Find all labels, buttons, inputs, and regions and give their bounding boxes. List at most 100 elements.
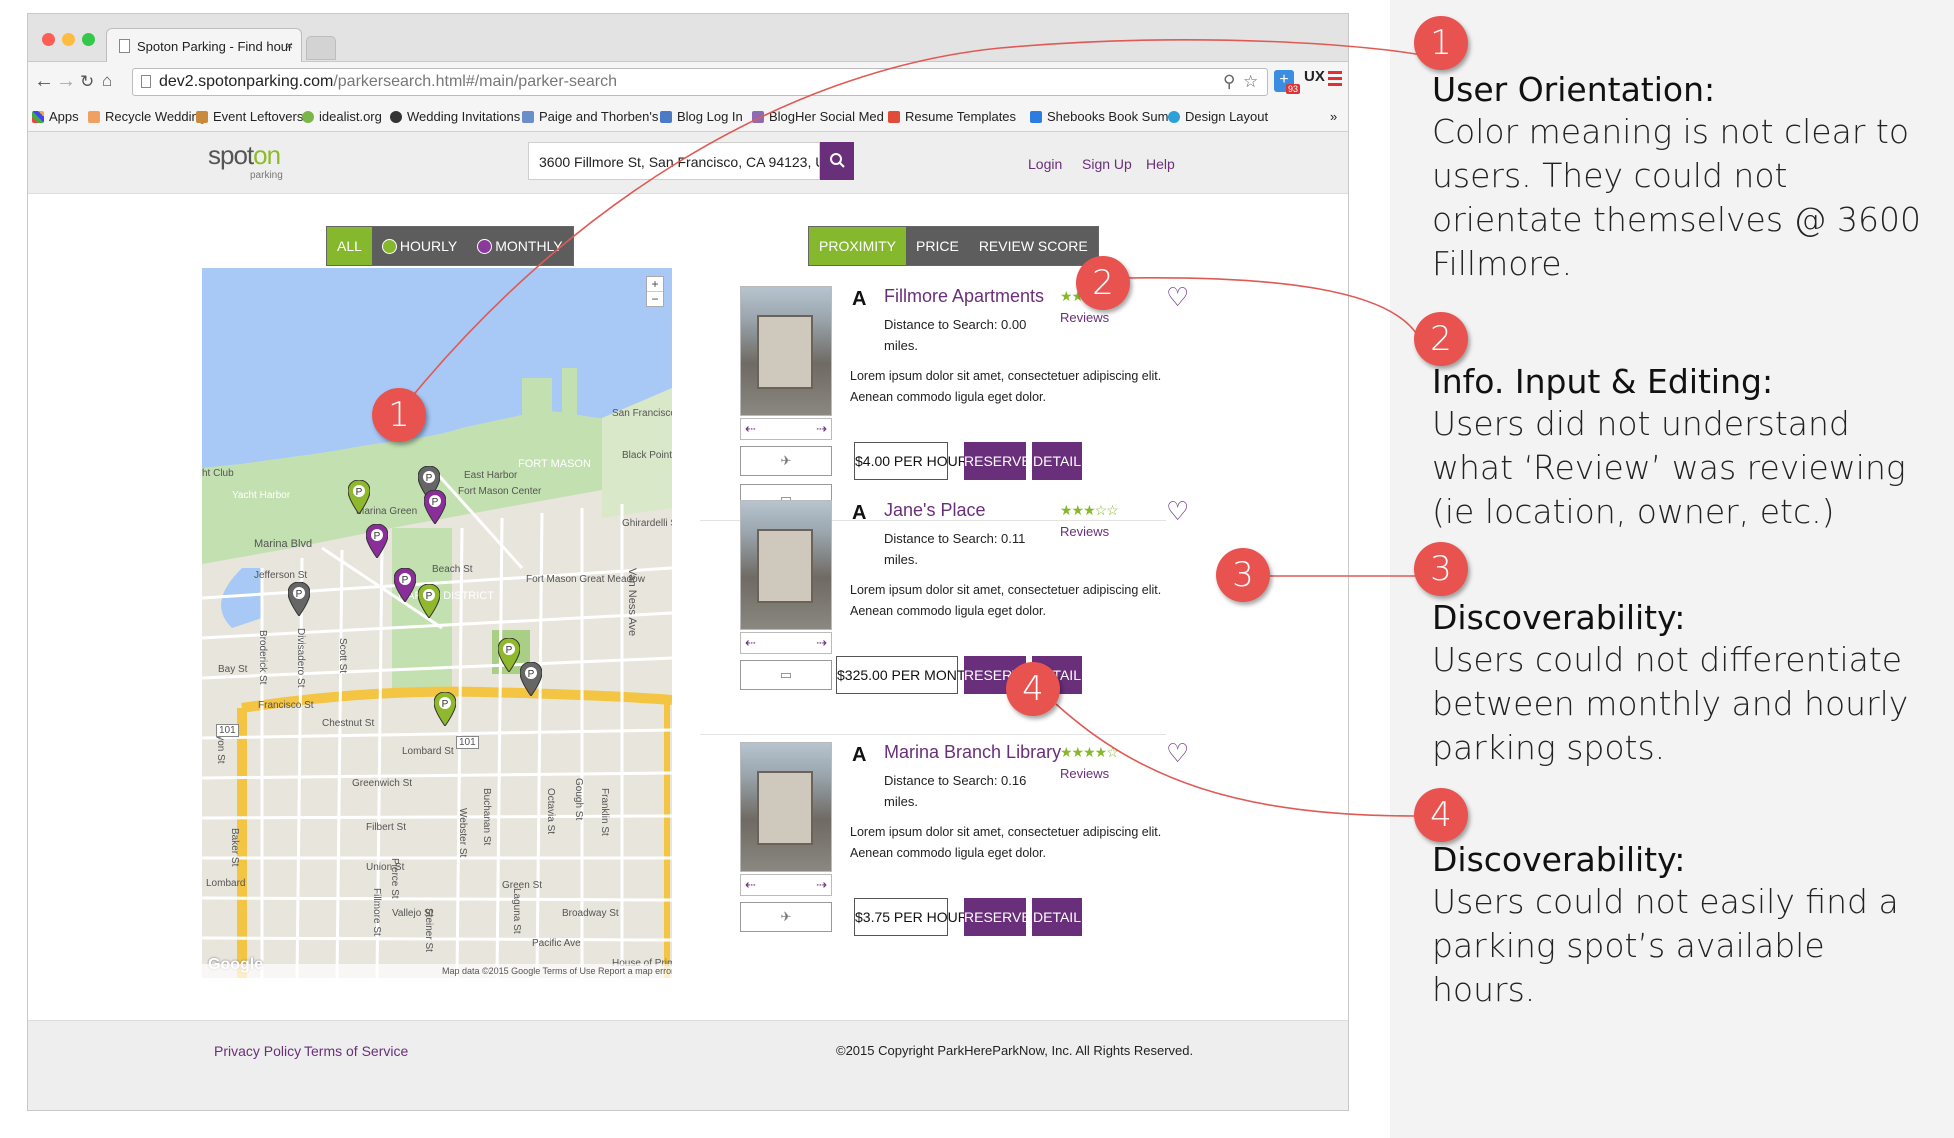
help-link[interactable]: Help — [1146, 156, 1175, 172]
page-icon — [141, 75, 151, 88]
bookmark-item[interactable]: Design Layout — [1168, 109, 1268, 124]
svg-text:P: P — [426, 473, 433, 484]
tab-title: Spoton Parking - Find hour — [137, 39, 293, 54]
reviews-link[interactable]: Reviews — [1060, 766, 1109, 781]
svg-text:P: P — [426, 591, 433, 602]
zoom-search-icon[interactable]: ⚲ — [1223, 72, 1235, 92]
bookmarks-overflow-icon[interactable]: » — [1330, 109, 1337, 124]
rating-stars: ★★★★☆ — [1060, 744, 1119, 760]
detail-button[interactable]: DETAIL — [1032, 898, 1082, 936]
bookmark-item[interactable]: Paige and Thorben's — [522, 109, 658, 124]
unknown-parking-pin[interactable]: P — [288, 582, 310, 616]
terms-of-service-link[interactable]: Terms of Service — [304, 1043, 408, 1059]
unknown-parking-pin[interactable]: P — [520, 662, 542, 696]
listing-name[interactable]: Fillmore Apartments — [884, 286, 1044, 307]
listing-description: Lorem ipsum dolor sit amet, consectetuer… — [850, 825, 1162, 860]
parking-map[interactable]: San Francisco National His Black Point F… — [202, 268, 672, 978]
hourly-parking-pin[interactable]: P — [418, 584, 440, 618]
svg-text:P: P — [432, 497, 439, 508]
hourly-parking-pin[interactable]: P — [348, 480, 370, 514]
map-label: Fort Mason Center — [458, 486, 542, 497]
sort-review-score[interactable]: REVIEW SCORE — [968, 227, 1098, 265]
prev-photo-arrow-icon[interactable]: ⇠ — [745, 877, 756, 893]
photo-nav: ⇠ ⇢ — [740, 418, 832, 440]
location-search-input[interactable]: 3600 Fillmore St, San Francisco, CA 9412… — [528, 142, 820, 180]
filter-hourly[interactable]: HOURLY — [371, 227, 468, 265]
listing-photo[interactable] — [740, 286, 832, 416]
map-attribution[interactable]: Map data ©2015 Google Terms of Use Repor… — [202, 964, 672, 978]
favorite-heart-icon[interactable]: ♡ — [1166, 496, 1189, 527]
reserve-button[interactable]: RESERVE — [964, 898, 1031, 936]
address-bar[interactable]: dev2.spotonparking.com/parkersearch.html… — [132, 68, 1268, 96]
zoom-window-button[interactable] — [82, 33, 95, 46]
bookmark-item[interactable]: idealist.org — [302, 109, 382, 124]
bookmark-item[interactable]: Blog Log In — [660, 109, 743, 124]
bookmark-item[interactable]: Resume Templates — [888, 109, 1016, 124]
detail-button[interactable]: DETAIL — [1032, 442, 1082, 480]
new-tab-button[interactable] — [306, 36, 336, 60]
forward-arrow-icon[interactable]: → — [56, 70, 76, 93]
back-arrow-icon[interactable]: ← — [34, 70, 54, 93]
favorite-heart-icon[interactable]: ♡ — [1166, 738, 1189, 769]
title-bar: Spoton Parking - Find hour × — [28, 14, 1348, 62]
ux-extension-icon[interactable]: UX — [1304, 68, 1325, 85]
sort-proximity[interactable]: PROXIMITY — [809, 227, 907, 265]
filter-all[interactable]: ALL — [327, 227, 372, 265]
map-label: Laguna St — [511, 888, 522, 934]
minimize-window-button[interactable] — [62, 33, 75, 46]
search-button[interactable] — [820, 142, 854, 180]
next-photo-arrow-icon[interactable]: ⇢ — [816, 635, 827, 651]
reviews-link[interactable]: Reviews — [1060, 524, 1109, 539]
map-label: Jefferson St — [254, 570, 308, 581]
hourly-pin-icon — [381, 239, 397, 254]
annotation-badge: 4 — [1414, 788, 1468, 842]
hourly-parking-pin[interactable]: P — [434, 692, 456, 726]
hourly-parking-pin[interactable]: P — [498, 638, 520, 672]
annotation-body: Color meaning is not clear to users. The… — [1432, 112, 1921, 283]
map-label: East Harbor — [464, 470, 518, 481]
monthly-parking-pin[interactable]: P — [366, 524, 388, 558]
reviews-link[interactable]: Reviews — [1060, 310, 1109, 325]
map-label: Franklin St — [599, 788, 610, 836]
bookmark-apps[interactable]: Apps — [32, 109, 79, 124]
zoom-out-button[interactable]: − — [647, 291, 663, 306]
browser-tab[interactable]: Spoton Parking - Find hour × — [106, 28, 302, 62]
filter-monthly[interactable]: MONTHLY — [467, 227, 573, 265]
svg-text:P: P — [296, 589, 303, 600]
map-label: Green St — [502, 880, 543, 891]
bookmark-item[interactable]: BlogHer Social Med — [752, 109, 884, 124]
bookmark-item[interactable]: Event Leftovers — [196, 109, 303, 124]
prev-photo-arrow-icon[interactable]: ⇠ — [745, 635, 756, 651]
bookmark-item[interactable]: Wedding Invitations — [390, 109, 520, 124]
highway-shield: 101 — [456, 736, 479, 749]
monthly-parking-pin[interactable]: P — [394, 568, 416, 602]
home-icon[interactable]: ⌂ — [102, 71, 112, 91]
next-photo-arrow-icon[interactable]: ⇢ — [816, 421, 827, 437]
listing-name[interactable]: Marina Branch Library — [884, 742, 1061, 763]
next-photo-arrow-icon[interactable]: ⇢ — [816, 877, 827, 893]
prev-photo-arrow-icon[interactable]: ⇠ — [745, 421, 756, 437]
menu-icon[interactable] — [1328, 71, 1342, 89]
listing-photo[interactable] — [740, 742, 832, 872]
listing-photo[interactable] — [740, 500, 832, 630]
reload-icon[interactable]: ↻ — [80, 72, 94, 92]
spoton-logo[interactable]: spoton — [208, 140, 281, 171]
close-tab-icon[interactable]: × — [285, 38, 293, 53]
sign-up-link[interactable]: Sign Up — [1082, 156, 1132, 172]
reserve-button[interactable]: RESERVE — [964, 442, 1031, 480]
map-label: Lombard St — [402, 746, 454, 757]
privacy-policy-link[interactable]: Privacy Policy — [214, 1043, 301, 1059]
sort-price[interactable]: PRICE — [906, 227, 969, 265]
listing-name[interactable]: Jane's Place — [884, 500, 986, 521]
zoom-in-button[interactable]: + — [647, 277, 663, 291]
monthly-parking-pin[interactable]: P — [424, 490, 446, 524]
close-window-button[interactable] — [42, 33, 55, 46]
listing-price: $325.00 PER MONTH — [836, 656, 976, 694]
bookmark-star-icon[interactable]: ☆ — [1243, 72, 1258, 92]
favorite-heart-icon[interactable]: ♡ — [1166, 282, 1189, 313]
login-link[interactable]: Login — [1028, 156, 1062, 172]
bookmark-item[interactable]: Shebooks Book Sum — [1030, 109, 1168, 124]
bookmark-item[interactable]: Recycle Wedding — [88, 109, 206, 124]
map-label: Black Point — [622, 450, 672, 461]
annotation-badge: 4 — [1006, 662, 1060, 716]
